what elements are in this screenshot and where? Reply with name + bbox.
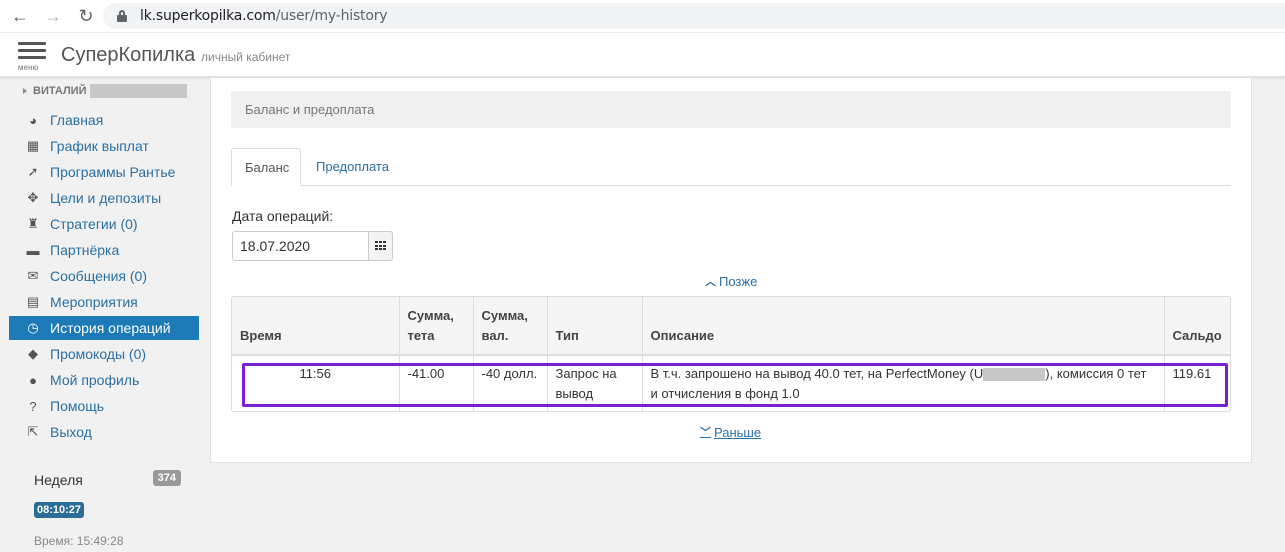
panel-title: Баланс и предоплата: [231, 91, 1231, 128]
question-icon: ?: [29, 398, 37, 414]
sign-out-icon: ⇱: [27, 424, 39, 439]
sidebar-item-10[interactable]: ◆ Промокоды (0): [9, 342, 199, 366]
tab-balance[interactable]: Баланс: [231, 148, 301, 186]
sidebar-item-7[interactable]: ✉ Сообщения (0): [9, 264, 199, 288]
lock-icon: [117, 10, 127, 22]
user-icon: ●: [29, 372, 37, 388]
timer-badge: 08:10:27: [34, 502, 85, 518]
rocket-icon: ➚: [27, 164, 39, 179]
crosshairs-icon: ✥: [27, 190, 39, 205]
address-bar[interactable]: lk.superkopilka.com/user/my-history: [103, 3, 1285, 29]
server-time: Время: 15:49:28: [34, 534, 124, 548]
browser-toolbar: ← → ↻ lk.superkopilka.com/user/my-histor…: [0, 0, 1285, 32]
table-row: 11:56 -41.00 -40 долл. Запрос на вывод В…: [232, 355, 1230, 412]
sidebar-item-12[interactable]: ? Помощь: [9, 394, 199, 418]
menu-label: меню: [18, 63, 39, 72]
sidebar-item-13[interactable]: ⇱ Выход: [9, 420, 199, 444]
menu-button[interactable]: меню: [18, 42, 46, 72]
url-text[interactable]: lk.superkopilka.com/user/my-history: [140, 8, 388, 24]
col-sum-teta: Сумма, тета: [399, 297, 474, 356]
col-description: Описание: [642, 297, 1165, 356]
col-type: Тип: [547, 297, 643, 356]
tag-icon: ◆: [28, 346, 38, 361]
sidebar: ВИТАЛИЙ ◕ Главная ▦ График выплат ➚ Программы…: [0, 78, 200, 552]
tabs: Баланс Предоплата: [231, 148, 1231, 186]
earlier-link[interactable]: ﹀ Раньше: [700, 424, 761, 440]
sidebar-item-label: Помощь: [50, 398, 105, 414]
sidebar-item-label: Программы Рантье: [50, 164, 176, 180]
cell-type: Запрос на вывод: [547, 355, 643, 412]
brand-subtitle: личный кабинет: [201, 50, 291, 64]
history-table: Время Сумма, тета Сумма, вал. Тип Описание…: [231, 296, 1231, 412]
envelope-icon: ✉: [27, 268, 39, 283]
chevron-down-icon: ﹀: [700, 427, 711, 439]
sidebar-item-2[interactable]: ▦ График выплат: [9, 134, 199, 158]
date-input[interactable]: [232, 231, 369, 261]
app-header: меню СуперКопилка личный кабинет: [0, 33, 1285, 77]
sidebar-item-label: График выплат: [50, 138, 149, 154]
cell-description: В т.ч. запрошено на вывод 40.0 тет, на P…: [642, 355, 1165, 412]
user-menu[interactable]: ВИТАЛИЙ: [23, 84, 187, 98]
cell-time: 11:56: [232, 355, 400, 412]
week-label: Неделя: [34, 472, 83, 488]
sidebar-item-11[interactable]: ● Мой профиль: [9, 368, 199, 392]
calendar-button[interactable]: [368, 231, 393, 261]
sidebar-item-label: Мероприятия: [50, 294, 138, 310]
sidebar-item-8[interactable]: ▤ Мероприятия: [9, 290, 199, 314]
brand-logo[interactable]: СуперКопилка: [61, 44, 195, 67]
week-badge: 374: [152, 470, 181, 486]
table-header-row: Время Сумма, тета Сумма, вал. Тип Описание…: [232, 297, 1230, 356]
dashboard-icon: ◕: [29, 112, 37, 128]
briefcase-icon: ▬: [26, 242, 40, 258]
sidebar-item-label: История операций: [50, 320, 171, 336]
sidebar-item-4[interactable]: ✥ Цели и депозиты: [9, 186, 199, 210]
clock-icon: ◷: [27, 320, 39, 335]
hamburger-icon: [18, 42, 46, 45]
week-counter: Неделя 374: [34, 470, 184, 488]
redacted-surname: [89, 84, 187, 98]
sidebar-item-label: Цели и депозиты: [50, 190, 162, 206]
chevron-up-icon: ︿: [705, 276, 716, 288]
col-time: Время: [232, 297, 400, 356]
sidebar-item-3[interactable]: ➚ Программы Рантье: [9, 160, 199, 184]
caret-right-icon: [23, 88, 27, 94]
cell-balance: 119.61: [1172, 366, 1212, 381]
sidebar-item-label: Главная: [50, 112, 104, 128]
sidebar-item-label: Мой профиль: [50, 372, 140, 388]
chess-icon: ♜: [27, 216, 39, 231]
sidebar-item-5[interactable]: ♜ Стратегии (0): [9, 212, 199, 236]
film-icon: ▤: [26, 294, 40, 309]
reload-icon[interactable]: ↻: [76, 6, 96, 26]
sidebar-item-label: Промокоды (0): [50, 346, 147, 362]
sidebar-item-1[interactable]: ◕ Главная: [9, 108, 199, 132]
col-sum-val: Сумма, вал.: [473, 297, 548, 356]
balance-panel: Баланс и предоплата Баланс Предоплата Да…: [210, 78, 1252, 463]
cell-sum-val: -40 долл.: [473, 355, 548, 412]
calendar-icon: [375, 241, 386, 251]
user-name: ВИТАЛИЙ: [33, 85, 87, 97]
later-link[interactable]: ︿ Позже: [705, 273, 757, 289]
sidebar-item-label: Стратегии (0): [50, 216, 138, 232]
col-balance: Сальдо: [1164, 297, 1230, 356]
sidebar-item-6[interactable]: ▬ Партнёрка: [9, 238, 199, 262]
sidebar-item-label: Партнёрка: [50, 242, 120, 258]
calendar-icon: ▦: [26, 138, 40, 153]
redacted-wallet: [983, 368, 1046, 382]
forward-arrow-icon[interactable]: →: [43, 6, 63, 26]
cell-sum-teta: -41.00: [399, 355, 474, 412]
sidebar-item-9[interactable]: ◷ История операций: [9, 316, 199, 340]
date-label: Дата операций:: [232, 208, 334, 224]
back-arrow-icon[interactable]: ←: [10, 6, 30, 26]
sidebar-item-label: Сообщения (0): [50, 268, 147, 284]
tab-prepayment[interactable]: Предоплата: [303, 148, 402, 186]
sidebar-item-label: Выход: [50, 424, 92, 440]
